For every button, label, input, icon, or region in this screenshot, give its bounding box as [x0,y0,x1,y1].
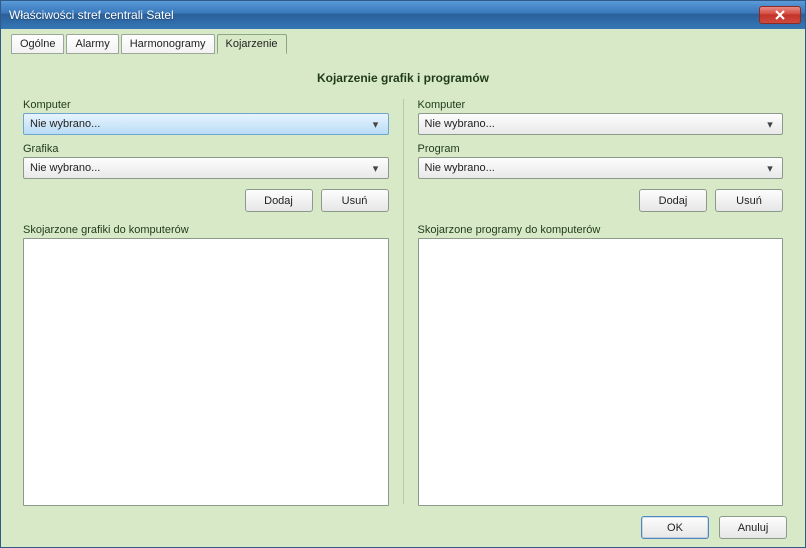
tab-association[interactable]: Kojarzenie [217,34,287,54]
ok-button[interactable]: OK [641,516,709,539]
combo-value: Nie wybrano... [425,162,763,174]
combo-value: Nie wybrano... [425,118,763,130]
combo-value: Nie wybrano... [30,162,368,174]
dialog-window: Właściwości stref centrali Satel Ogólne … [0,0,806,548]
window-title: Właściwości stref centrali Satel [9,8,759,22]
chevron-down-icon: ▾ [368,162,384,175]
right-remove-button[interactable]: Usuń [715,189,783,212]
right-program-label: Program [418,143,784,155]
cancel-button[interactable]: Anuluj [719,516,787,539]
right-association-list[interactable] [418,238,784,506]
section-title: Kojarzenie grafik i programów [9,71,797,85]
tab-schedules[interactable]: Harmonogramy [121,34,215,54]
left-graphic-combo[interactable]: Nie wybrano... ▾ [23,157,389,179]
close-button[interactable] [759,6,801,24]
right-computer-combo[interactable]: Nie wybrano... ▾ [418,113,784,135]
chevron-down-icon: ▾ [762,162,778,175]
left-add-button[interactable]: Dodaj [245,189,313,212]
right-program-combo[interactable]: Nie wybrano... ▾ [418,157,784,179]
dialog-footer: OK Anuluj [9,512,797,539]
right-computer-label: Komputer [418,99,784,111]
columns: Komputer Nie wybrano... ▾ Grafika Nie wy… [9,95,797,512]
left-computer-label: Komputer [23,99,389,111]
combo-value: Nie wybrano... [30,118,368,130]
tab-general[interactable]: Ogólne [11,34,64,54]
right-button-row: Dodaj Usuń [418,189,784,212]
left-association-list[interactable] [23,238,389,506]
left-computer-combo[interactable]: Nie wybrano... ▾ [23,113,389,135]
tab-bar: Ogólne Alarmy Harmonogramy Kojarzenie [9,33,797,53]
tab-alarms[interactable]: Alarmy [66,34,118,54]
left-graphic-label: Grafika [23,143,389,155]
right-list-label: Skojarzone programy do komputerów [418,224,784,236]
right-add-button[interactable]: Dodaj [639,189,707,212]
chevron-down-icon: ▾ [762,118,778,131]
close-icon [774,10,786,20]
dialog-body: Ogólne Alarmy Harmonogramy Kojarzenie Ko… [1,29,805,547]
right-column: Komputer Nie wybrano... ▾ Program Nie wy… [404,95,798,512]
left-list-label: Skojarzone grafiki do komputerów [23,224,389,236]
left-column: Komputer Nie wybrano... ▾ Grafika Nie wy… [9,95,403,512]
titlebar: Właściwości stref centrali Satel [1,1,805,29]
left-button-row: Dodaj Usuń [23,189,389,212]
chevron-down-icon: ▾ [368,118,384,131]
left-remove-button[interactable]: Usuń [321,189,389,212]
